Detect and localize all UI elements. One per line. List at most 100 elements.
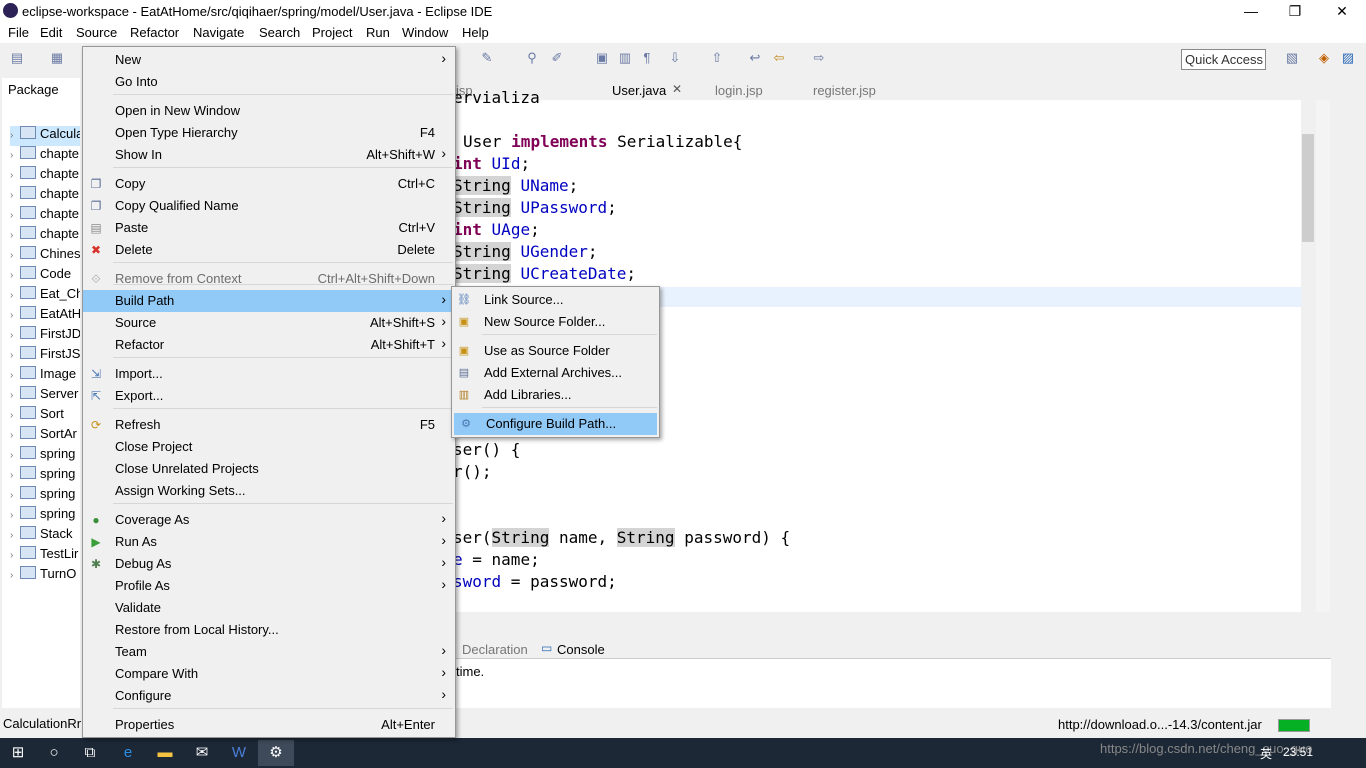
package-tree-item[interactable]: › Sort: [10, 406, 80, 426]
prev-annotation-icon[interactable]: ⇧: [710, 51, 724, 65]
overview-ruler[interactable]: [1316, 100, 1330, 612]
expand-arrow-icon[interactable]: ›: [10, 330, 20, 341]
menu-item-run-as[interactable]: ▶ Run As ›: [83, 531, 455, 553]
next-annotation-icon[interactable]: ⇩: [668, 51, 682, 65]
restore-button[interactable]: ❐: [1272, 0, 1318, 23]
expand-arrow-icon[interactable]: ›: [10, 270, 20, 281]
editor-tab-user-java[interactable]: User.java: [612, 83, 666, 98]
package-tree-item[interactable]: › SortAr: [10, 426, 80, 446]
expand-arrow-icon[interactable]: ›: [10, 210, 20, 221]
menu-item-close-project[interactable]: Close Project: [83, 436, 455, 458]
package-tree-item[interactable]: › EatAtH: [10, 306, 80, 326]
eclipse-taskbar-icon[interactable]: ⚙: [258, 740, 294, 766]
menu-item-copy-qualified-name[interactable]: ❐ Copy Qualified Name: [83, 195, 455, 217]
menu-item-show-in[interactable]: Show In Alt+Shift+W ›: [83, 144, 455, 166]
submenu-item-add-external-archives[interactable]: ▤ Add External Archives...: [452, 362, 659, 384]
expand-arrow-icon[interactable]: ›: [10, 530, 20, 541]
menu-item-paste[interactable]: ▤ Paste Ctrl+V: [83, 217, 455, 239]
new-icon[interactable]: ▤: [10, 51, 24, 65]
package-tree-item[interactable]: › FirstJD: [10, 326, 80, 346]
editor-tab-register-jsp[interactable]: register.jsp: [813, 83, 876, 98]
menu-item-delete[interactable]: ✖ Delete Delete: [83, 239, 455, 261]
word-icon[interactable]: W: [221, 740, 257, 766]
menu-project[interactable]: Project: [312, 25, 352, 40]
package-tree-item[interactable]: › TestLir: [10, 546, 80, 566]
package-tree-item[interactable]: › Code: [10, 266, 80, 286]
package-tree-item[interactable]: › chapte: [10, 146, 80, 166]
package-tree-item[interactable]: › Chines: [10, 246, 80, 266]
menu-item-copy[interactable]: ❐ Copy Ctrl+C: [83, 173, 455, 195]
package-tree-item[interactable]: › Image: [10, 366, 80, 386]
close-button[interactable]: ✕: [1319, 0, 1365, 23]
menu-item-new[interactable]: New ›: [83, 49, 455, 71]
menu-file[interactable]: File: [8, 25, 29, 40]
task-view-icon[interactable]: ⧉: [72, 740, 108, 766]
package-tree-item[interactable]: › spring: [10, 486, 80, 506]
menu-item-open-in-new-window[interactable]: Open in New Window: [83, 100, 455, 122]
menu-navigate[interactable]: Navigate: [193, 25, 244, 40]
clock[interactable]: 23:51: [1283, 745, 1313, 759]
submenu-item-add-libraries[interactable]: ▥ Add Libraries...: [452, 384, 659, 406]
scrollbar-thumb[interactable]: [1302, 134, 1314, 242]
close-tab-icon[interactable]: ✕: [672, 82, 682, 96]
package-tree-item[interactable]: › Stack: [10, 526, 80, 546]
menu-item-build-path[interactable]: Build Path ›: [83, 290, 455, 312]
pilcrow-icon[interactable]: ¶: [640, 51, 654, 65]
package-tree-item[interactable]: › chapte: [10, 226, 80, 246]
submenu-item-configure-build-path[interactable]: ⚙ Configure Build Path...: [454, 413, 657, 435]
menu-item-export[interactable]: ⇱ Export...: [83, 385, 455, 407]
java-ee-perspective-icon[interactable]: ◈: [1317, 51, 1331, 65]
menu-refactor[interactable]: Refactor: [130, 25, 179, 40]
menu-item-debug-as[interactable]: ✱ Debug As ›: [83, 553, 455, 575]
submenu-item-link-source[interactable]: ⛓ Link Source...: [452, 289, 659, 311]
back-icon[interactable]: ⇦: [772, 51, 786, 65]
expand-arrow-icon[interactable]: ›: [10, 450, 20, 461]
expand-arrow-icon[interactable]: ›: [10, 390, 20, 401]
expand-arrow-icon[interactable]: ›: [10, 470, 20, 481]
package-tree-item[interactable]: › spring: [10, 506, 80, 526]
menu-run[interactable]: Run: [366, 25, 390, 40]
save-icon[interactable]: ▦: [50, 51, 64, 65]
package-tree-item[interactable]: › chapte: [10, 206, 80, 226]
last-edit-icon[interactable]: ↩: [748, 51, 762, 65]
menu-item-validate[interactable]: Validate: [83, 597, 455, 619]
forward-icon[interactable]: ⇨: [812, 51, 826, 65]
quick-access-input[interactable]: Quick Access: [1181, 49, 1266, 70]
windows-start-icon[interactable]: ⊞: [0, 740, 36, 766]
minimize-button[interactable]: —: [1228, 0, 1274, 23]
expand-arrow-icon[interactable]: ›: [10, 570, 20, 581]
menu-item-open-type-hierarchy[interactable]: Open Type Hierarchy F4: [83, 122, 455, 144]
package-tree-item[interactable]: › chapte: [10, 186, 80, 206]
menu-item-refresh[interactable]: ⟳ Refresh F5: [83, 414, 455, 436]
menu-edit[interactable]: Edit: [40, 25, 62, 40]
menu-item-go-into[interactable]: Go Into: [83, 71, 455, 93]
menu-search[interactable]: Search: [259, 25, 300, 40]
expand-arrow-icon[interactable]: ›: [10, 150, 20, 161]
menu-window[interactable]: Window: [402, 25, 448, 40]
expand-arrow-icon[interactable]: ›: [10, 170, 20, 181]
expand-arrow-icon[interactable]: ›: [10, 130, 20, 141]
package-tree-item[interactable]: › Eat_Ch: [10, 286, 80, 306]
expand-arrow-icon[interactable]: ›: [10, 410, 20, 421]
package-tree-item[interactable]: › chapte: [10, 166, 80, 186]
package-explorer-tab[interactable]: Package: [8, 82, 59, 97]
submenu-item-use-as-source-folder[interactable]: ▣ Use as Source Folder: [452, 340, 659, 362]
file-explorer-icon[interactable]: ▬: [147, 740, 183, 766]
tab-console[interactable]: Console: [557, 642, 605, 657]
toggle-icon[interactable]: ▣: [595, 51, 609, 65]
expand-arrow-icon[interactable]: ›: [10, 510, 20, 521]
menu-item-restore-from-local-history[interactable]: Restore from Local History...: [83, 619, 455, 641]
package-tree-item[interactable]: › TurnO: [10, 566, 80, 586]
expand-arrow-icon[interactable]: ›: [10, 490, 20, 501]
expand-arrow-icon[interactable]: ›: [10, 310, 20, 321]
expand-arrow-icon[interactable]: ›: [10, 550, 20, 561]
menu-item-team[interactable]: Team ›: [83, 641, 455, 663]
package-tree-item[interactable]: › Calcula: [10, 126, 80, 146]
menu-source[interactable]: Source: [76, 25, 117, 40]
java-perspective-icon[interactable]: ▨: [1341, 51, 1355, 65]
menu-item-source[interactable]: Source Alt+Shift+S ›: [83, 312, 455, 334]
menu-item-assign-working-sets[interactable]: Assign Working Sets...: [83, 480, 455, 502]
edge-icon[interactable]: e: [110, 740, 146, 766]
menu-item-profile-as[interactable]: Profile As ›: [83, 575, 455, 597]
open-type-icon[interactable]: ✎: [480, 51, 494, 65]
